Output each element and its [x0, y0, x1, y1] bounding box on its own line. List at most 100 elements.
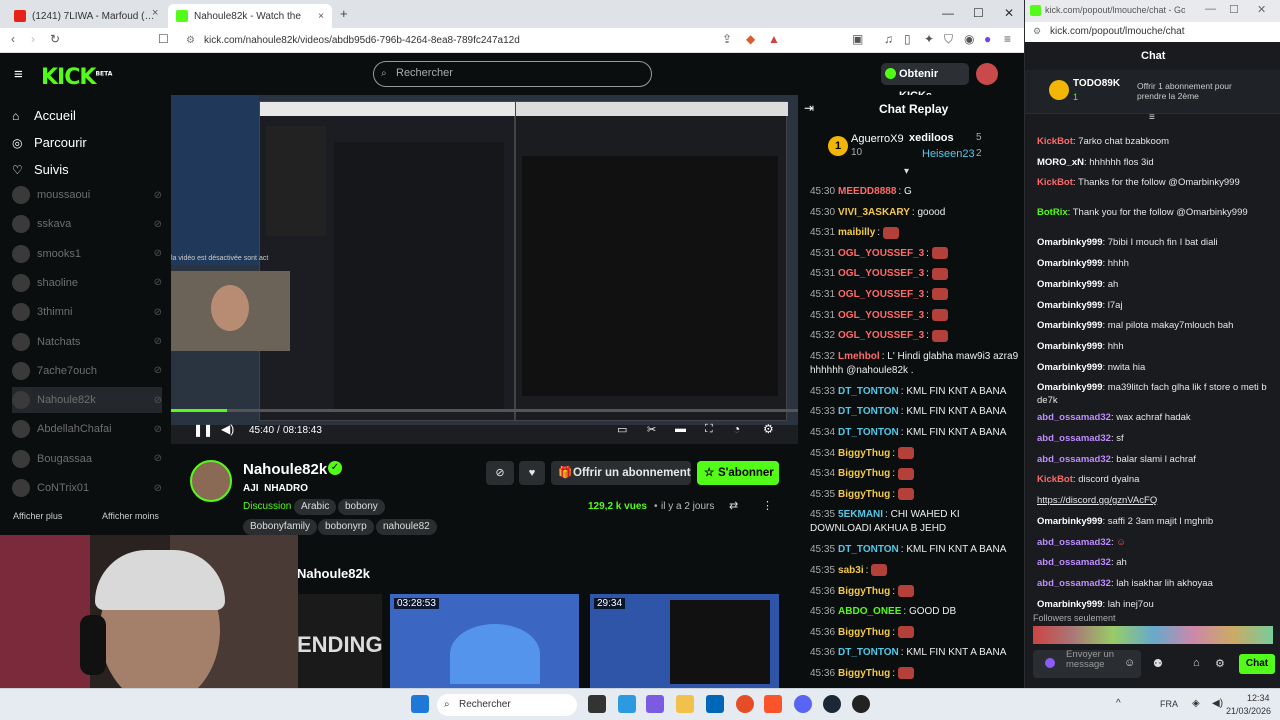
- right-address-bar[interactable]: ⚙ kick.com/popout/lmouche/chat: [1025, 22, 1280, 42]
- maximize-button[interactable]: ☐: [1229, 3, 1239, 16]
- message-username[interactable]: Omarbinky999: [1037, 237, 1102, 248]
- sidebar-icon[interactable]: ▣: [852, 32, 863, 46]
- message-username[interactable]: MEEDD8888: [838, 186, 896, 197]
- speed-icon[interactable]: ◔: [733, 422, 740, 436]
- nav-following[interactable]: ♡ Suivis: [12, 162, 69, 177]
- gifter-3-name[interactable]: Heiseen23: [922, 148, 975, 160]
- message-username[interactable]: abd_ossamad32: [1037, 578, 1111, 589]
- language-indicator[interactable]: FRA: [1160, 699, 1178, 709]
- video-player[interactable]: la vidéo est désactivée sont act ❚❚ ◀) 4…: [171, 95, 798, 444]
- followed-channel-item[interactable]: CoNTrix01 ⊘: [12, 475, 162, 501]
- store-icon[interactable]: [706, 695, 724, 713]
- message-username[interactable]: abd_ossamad32: [1037, 433, 1111, 444]
- forward-icon[interactable]: ›: [31, 32, 35, 46]
- maximize-button[interactable]: ☐: [973, 6, 984, 20]
- hamburger-menu-icon[interactable]: ≡: [14, 66, 23, 83]
- close-window-button[interactable]: ✕: [1257, 3, 1266, 16]
- chrome-icon[interactable]: [736, 695, 754, 713]
- message-username[interactable]: BiggyThug: [838, 448, 890, 459]
- tag-chip[interactable]: bobony: [338, 499, 385, 515]
- clip-icon[interactable]: ✂: [647, 423, 656, 436]
- message-username[interactable]: OGL_YOUSSEF_3: [838, 289, 924, 300]
- message-username[interactable]: KickBot: [1037, 177, 1073, 188]
- search-input[interactable]: ⌕ Rechercher: [373, 61, 652, 87]
- obs-icon[interactable]: [852, 695, 870, 713]
- followed-channel-item[interactable]: smooks1 ⊘: [12, 241, 162, 267]
- pause-icon[interactable]: ❚❚: [193, 423, 213, 437]
- file-explorer-icon[interactable]: [676, 695, 694, 713]
- get-kicks-button[interactable]: Obtenir KICKs: [881, 63, 969, 102]
- message-username[interactable]: DT_TONTON: [838, 544, 899, 555]
- message-username[interactable]: abd_ossamad32: [1037, 537, 1111, 548]
- clock-time[interactable]: 12:34: [1247, 693, 1270, 703]
- share-icon[interactable]: ⇪: [722, 32, 732, 46]
- vpn-icon[interactable]: ◉: [964, 32, 974, 46]
- message-username[interactable]: Omarbinky999: [1037, 320, 1102, 331]
- message-username[interactable]: OGL_YOUSSEF_3: [838, 268, 924, 279]
- kick-logo[interactable]: KICKBETA: [41, 65, 112, 90]
- back-icon[interactable]: ‹: [11, 32, 15, 46]
- message-username[interactable]: BiggyThug: [838, 627, 890, 638]
- clock-date[interactable]: 21/03/2026: [1226, 706, 1271, 716]
- message-username[interactable]: Omarbinky999: [1037, 258, 1102, 269]
- mic-icon[interactable]: [1045, 658, 1055, 668]
- emote-row[interactable]: [1033, 626, 1273, 644]
- volume-icon[interactable]: ◀): [221, 422, 234, 436]
- site-info-icon[interactable]: ⚙: [1033, 26, 1041, 37]
- url-field[interactable]: ⚙ kick.com/nahoule82k/videos/abdb95d6-79…: [182, 32, 712, 49]
- message-username[interactable]: DT_TONTON: [838, 406, 899, 417]
- followed-channel-item[interactable]: moussaoui ⊘: [12, 182, 162, 208]
- tab-kick-vod[interactable]: Nahoule82k - Watch the VOD ×: [168, 4, 332, 28]
- shop-icon[interactable]: ⌂: [1193, 657, 1200, 669]
- minimize-button[interactable]: —: [1205, 3, 1216, 15]
- message-username[interactable]: BiggyThug: [838, 489, 890, 500]
- message-username[interactable]: ABDO_ONEE: [838, 606, 901, 617]
- channel-name[interactable]: Nahoule82k: [243, 461, 327, 478]
- message-username[interactable]: Omarbinky999: [1037, 516, 1102, 527]
- nav-browse[interactable]: ◎ Parcourir: [12, 135, 87, 150]
- followed-channel-item[interactable]: Natchats ⊘: [12, 329, 162, 355]
- subscribe-button[interactable]: ☆ S'abonner: [697, 461, 779, 485]
- settings-gear-icon[interactable]: ⚙: [763, 422, 774, 436]
- edge-icon[interactable]: [618, 695, 636, 713]
- message-username[interactable]: BiggyThug: [838, 468, 890, 479]
- gift-sub-button[interactable]: 🎁 Offrir un abonnement: [551, 461, 691, 485]
- steam-icon[interactable]: [823, 695, 841, 713]
- pip-icon[interactable]: ▭: [617, 423, 627, 436]
- message-username[interactable]: OGL_YOUSSEF_3: [838, 248, 924, 259]
- shield-icon[interactable]: ⛉: [944, 32, 953, 47]
- show-less-link[interactable]: Afficher moins: [102, 511, 159, 521]
- category-link[interactable]: Discussion: [243, 501, 291, 512]
- message-link[interactable]: https://discord.gg/gznVAcFQ: [1037, 495, 1157, 506]
- chat-filter-icon[interactable]: ▾: [904, 166, 909, 177]
- followed-channel-item[interactable]: 3thimni ⊘: [12, 299, 162, 325]
- followed-channel-item[interactable]: Nahoule82k ⊘: [12, 387, 162, 414]
- theater-icon[interactable]: ▬: [675, 423, 686, 435]
- message-username[interactable]: sab3i: [838, 565, 864, 576]
- mute-notifications-icon[interactable]: ⊘: [486, 461, 514, 485]
- send-chat-button[interactable]: Chat: [1239, 654, 1275, 674]
- tag-chip[interactable]: Arabic: [294, 499, 337, 515]
- share-icon[interactable]: ⇄: [729, 499, 738, 512]
- followed-channel-item[interactable]: AbdellahChafai ⊘: [12, 416, 162, 442]
- followed-channel-item[interactable]: 7ache7ouch ⊘: [12, 358, 162, 384]
- menu-icon[interactable]: ≡: [1004, 32, 1011, 46]
- progress-track[interactable]: [171, 409, 798, 412]
- taskbar-search[interactable]: ⌕ Rechercher: [437, 694, 577, 716]
- close-tab-icon[interactable]: ×: [310, 11, 324, 22]
- message-username[interactable]: OGL_YOUSSEF_3: [838, 310, 924, 321]
- message-username[interactable]: Omarbinky999: [1037, 300, 1102, 311]
- site-info-icon[interactable]: ⚙: [186, 32, 195, 49]
- message-username[interactable]: Lmehbol: [838, 351, 880, 362]
- tab-youtube[interactable]: (1241) 7LIWA - Marfoud (Prod by Eni...: [6, 4, 166, 28]
- followed-channel-item[interactable]: sskava ⊘: [12, 211, 162, 237]
- show-more-link[interactable]: Afficher plus: [13, 511, 62, 521]
- brave-shield-icon[interactable]: ◆: [746, 32, 755, 46]
- message-username[interactable]: abd_ossamad32: [1037, 557, 1111, 568]
- extension-icon[interactable]: ✦: [924, 32, 934, 46]
- gifter-2-name[interactable]: xediloos: [909, 132, 954, 144]
- reader-icon[interactable]: ▯: [904, 32, 911, 46]
- message-username[interactable]: Omarbinky999: [1037, 382, 1102, 393]
- close-window-button[interactable]: ✕: [1004, 6, 1014, 20]
- media-icon[interactable]: ♫: [884, 32, 893, 46]
